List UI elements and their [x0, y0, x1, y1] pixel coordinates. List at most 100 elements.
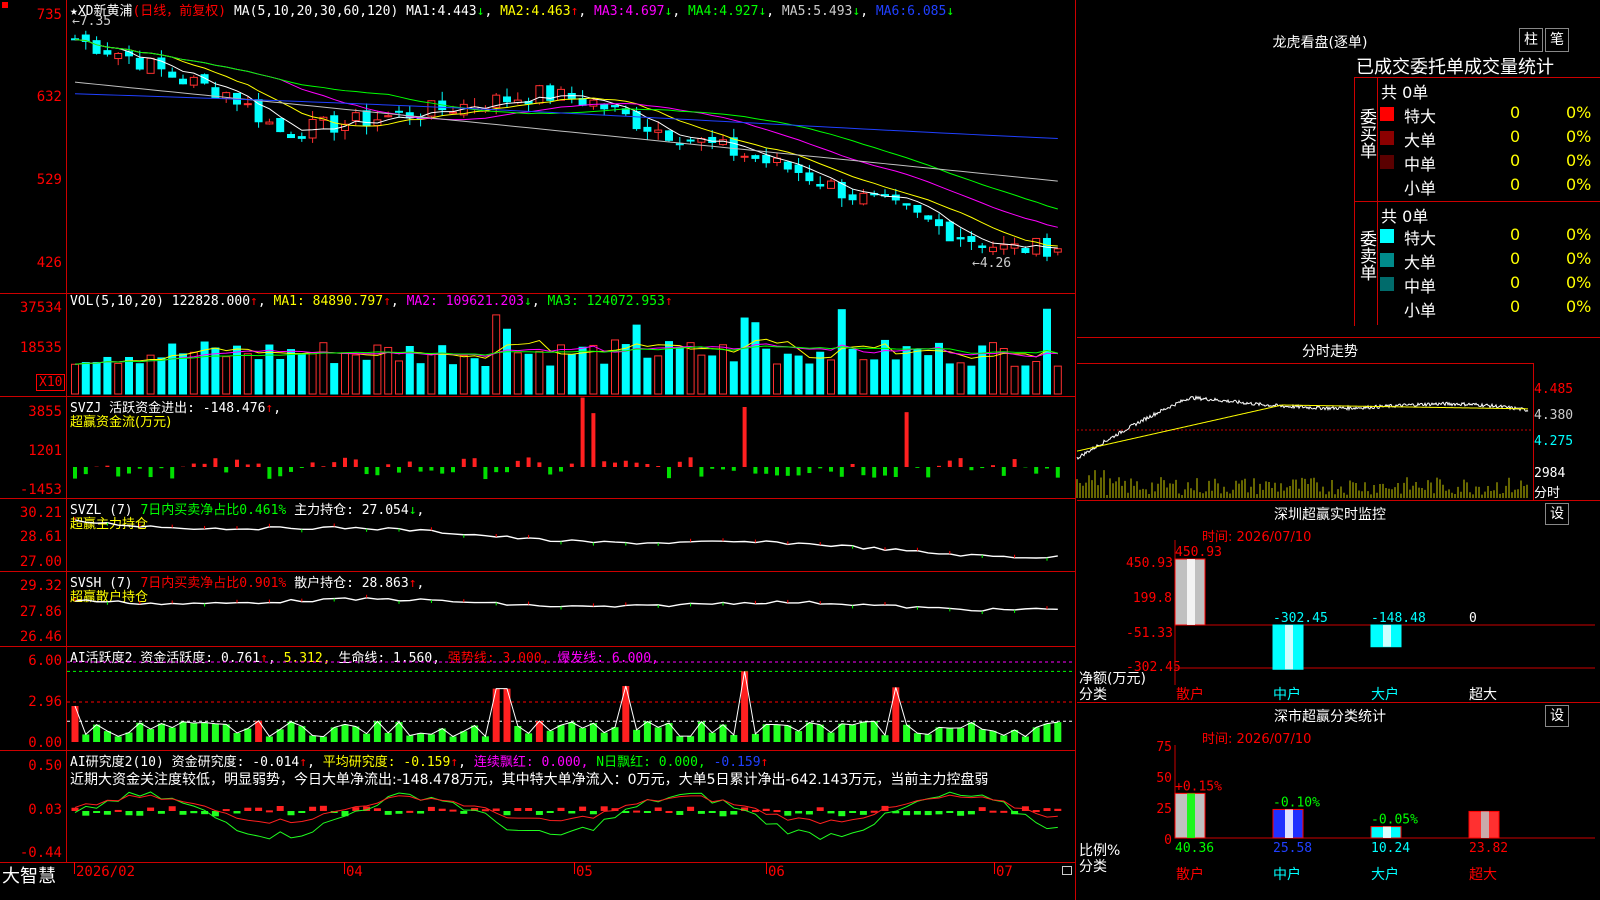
class-settings-button[interactable]: 设: [1545, 705, 1569, 727]
fund-flow-bar: [213, 458, 218, 467]
bar-mode-button[interactable]: 柱: [1519, 28, 1543, 52]
class-value-label: 10.24: [1371, 841, 1410, 856]
research-chart[interactable]: [67, 751, 1075, 862]
sell-row-name: 特大: [1404, 229, 1437, 248]
research-bar: [244, 807, 252, 811]
volume-bar: [848, 348, 857, 395]
activity-bar: [978, 729, 986, 742]
fund-flow-bar: [688, 457, 693, 467]
research-bar: [492, 808, 500, 811]
fund-flow-bar: [731, 467, 736, 471]
sell-rows: 特大 0 0% 大单 0 0% 中单 0 0% 小单 0 0%: [1380, 225, 1600, 321]
candle: [611, 105, 619, 108]
monitor-settings-button[interactable]: 设: [1545, 503, 1569, 525]
fund-flow-bar: [299, 467, 304, 468]
research-bar: [708, 811, 716, 813]
class-divider: [1077, 702, 1600, 703]
fund-flow-bar: [407, 461, 412, 467]
fund-flow-bar: [386, 464, 391, 467]
footer-tick: [74, 862, 75, 874]
fund-flow-bar: [753, 467, 758, 474]
activity-bar: [147, 729, 155, 742]
candle: [654, 129, 663, 133]
class-bar-chart[interactable]: +0.15% 40.36 -0.10% 25.58 -0.05% 10.24 23.82: [1174, 745, 1595, 865]
vol-unit-badge[interactable]: X10: [36, 374, 66, 391]
research-bar: [946, 811, 954, 814]
fund-flow-bar: [278, 467, 283, 477]
ai-active-axis-label: 0.00: [28, 735, 62, 751]
research-bar: [859, 811, 867, 815]
volume-bar: [1032, 360, 1041, 395]
activity-bar: [406, 735, 414, 742]
research-bar: [427, 806, 435, 811]
research-bar: [373, 808, 381, 811]
research-bar: [460, 811, 468, 814]
fund-flow-bar: [829, 467, 833, 472]
fund-flow-bar: [623, 460, 628, 467]
activity-bar: [190, 723, 198, 742]
price-chart[interactable]: [67, 0, 1075, 293]
volume-bar: [503, 328, 511, 395]
intraday-axis-label: 4.275: [1534, 434, 1574, 449]
research-bar: [449, 809, 457, 812]
monitor-axis-label: 199.8: [1132, 591, 1172, 606]
candle: [827, 180, 835, 189]
fund-flow-bar: [1045, 467, 1049, 469]
intraday-chart[interactable]: [1076, 363, 1533, 499]
research-bar: [579, 806, 587, 811]
main-holding-chart[interactable]: [67, 499, 1075, 571]
monitor-divider: [1077, 500, 1600, 501]
svsh-axis-label: 26.46: [19, 629, 62, 645]
class-change-label: -0.05%: [1371, 813, 1418, 828]
candle: [135, 57, 144, 70]
research-bar: [719, 811, 727, 817]
candle: [157, 57, 166, 70]
fund-flow-bar: [127, 467, 131, 474]
fund-flow-bar: [883, 467, 887, 476]
activity-bar: [427, 734, 435, 742]
fund-flow-bar: [1055, 467, 1060, 478]
research-bar: [114, 809, 122, 812]
intraday-divider: [1077, 337, 1600, 338]
monitor-bar-chart[interactable]: 450.93 -302.45 -148.48 0: [1174, 540, 1595, 685]
activity-bar: [352, 726, 360, 742]
volume-bar: [999, 348, 1008, 395]
sell-row-val: 0: [1510, 273, 1521, 292]
research-bar: [1000, 810, 1008, 813]
panel-divider: [0, 862, 1076, 863]
fund-flow-bar: [602, 461, 607, 467]
longhu-title: 龙虎看盘(逐单): [1272, 35, 1368, 51]
candle: [578, 98, 587, 106]
svzl-axis-label: 28.61: [19, 529, 62, 545]
research-bar: [417, 811, 425, 814]
svzl-axis-label: 30.21: [19, 505, 62, 521]
class-category: 散户: [1176, 867, 1204, 883]
fund-flow-bar: [245, 464, 250, 467]
research-bar: [978, 807, 986, 811]
research-bar: [913, 811, 921, 815]
volume-bar: [719, 344, 727, 395]
fund-flow-bar: [343, 457, 347, 467]
candle: [859, 192, 868, 205]
activity-chart[interactable]: [67, 647, 1075, 750]
activity-bar: [384, 732, 392, 742]
pen-mode-button[interactable]: 笔: [1545, 28, 1569, 52]
volume-chart[interactable]: [67, 294, 1075, 396]
buy-row-name: 特大: [1404, 107, 1437, 126]
activity-bar: [309, 735, 317, 742]
fund-flow-chart[interactable]: [67, 397, 1075, 498]
lock-icon[interactable]: [1062, 866, 1072, 875]
research-bar: [924, 811, 932, 816]
fund-flow-bar: [332, 462, 337, 467]
volume-bar: [233, 345, 241, 395]
stat-title: 已成交委托单成交量统计: [1356, 57, 1554, 78]
monitor-value-label: 0: [1469, 611, 1477, 626]
footer-tick: [344, 862, 345, 874]
candle: [945, 221, 954, 242]
monitor-bar-highlight: [1383, 625, 1391, 647]
retail-holding-chart[interactable]: [67, 572, 1075, 646]
volume-bar: [384, 346, 393, 395]
research-bar: [557, 807, 565, 811]
research-bar: [687, 806, 695, 811]
activity-bar: [935, 727, 943, 742]
